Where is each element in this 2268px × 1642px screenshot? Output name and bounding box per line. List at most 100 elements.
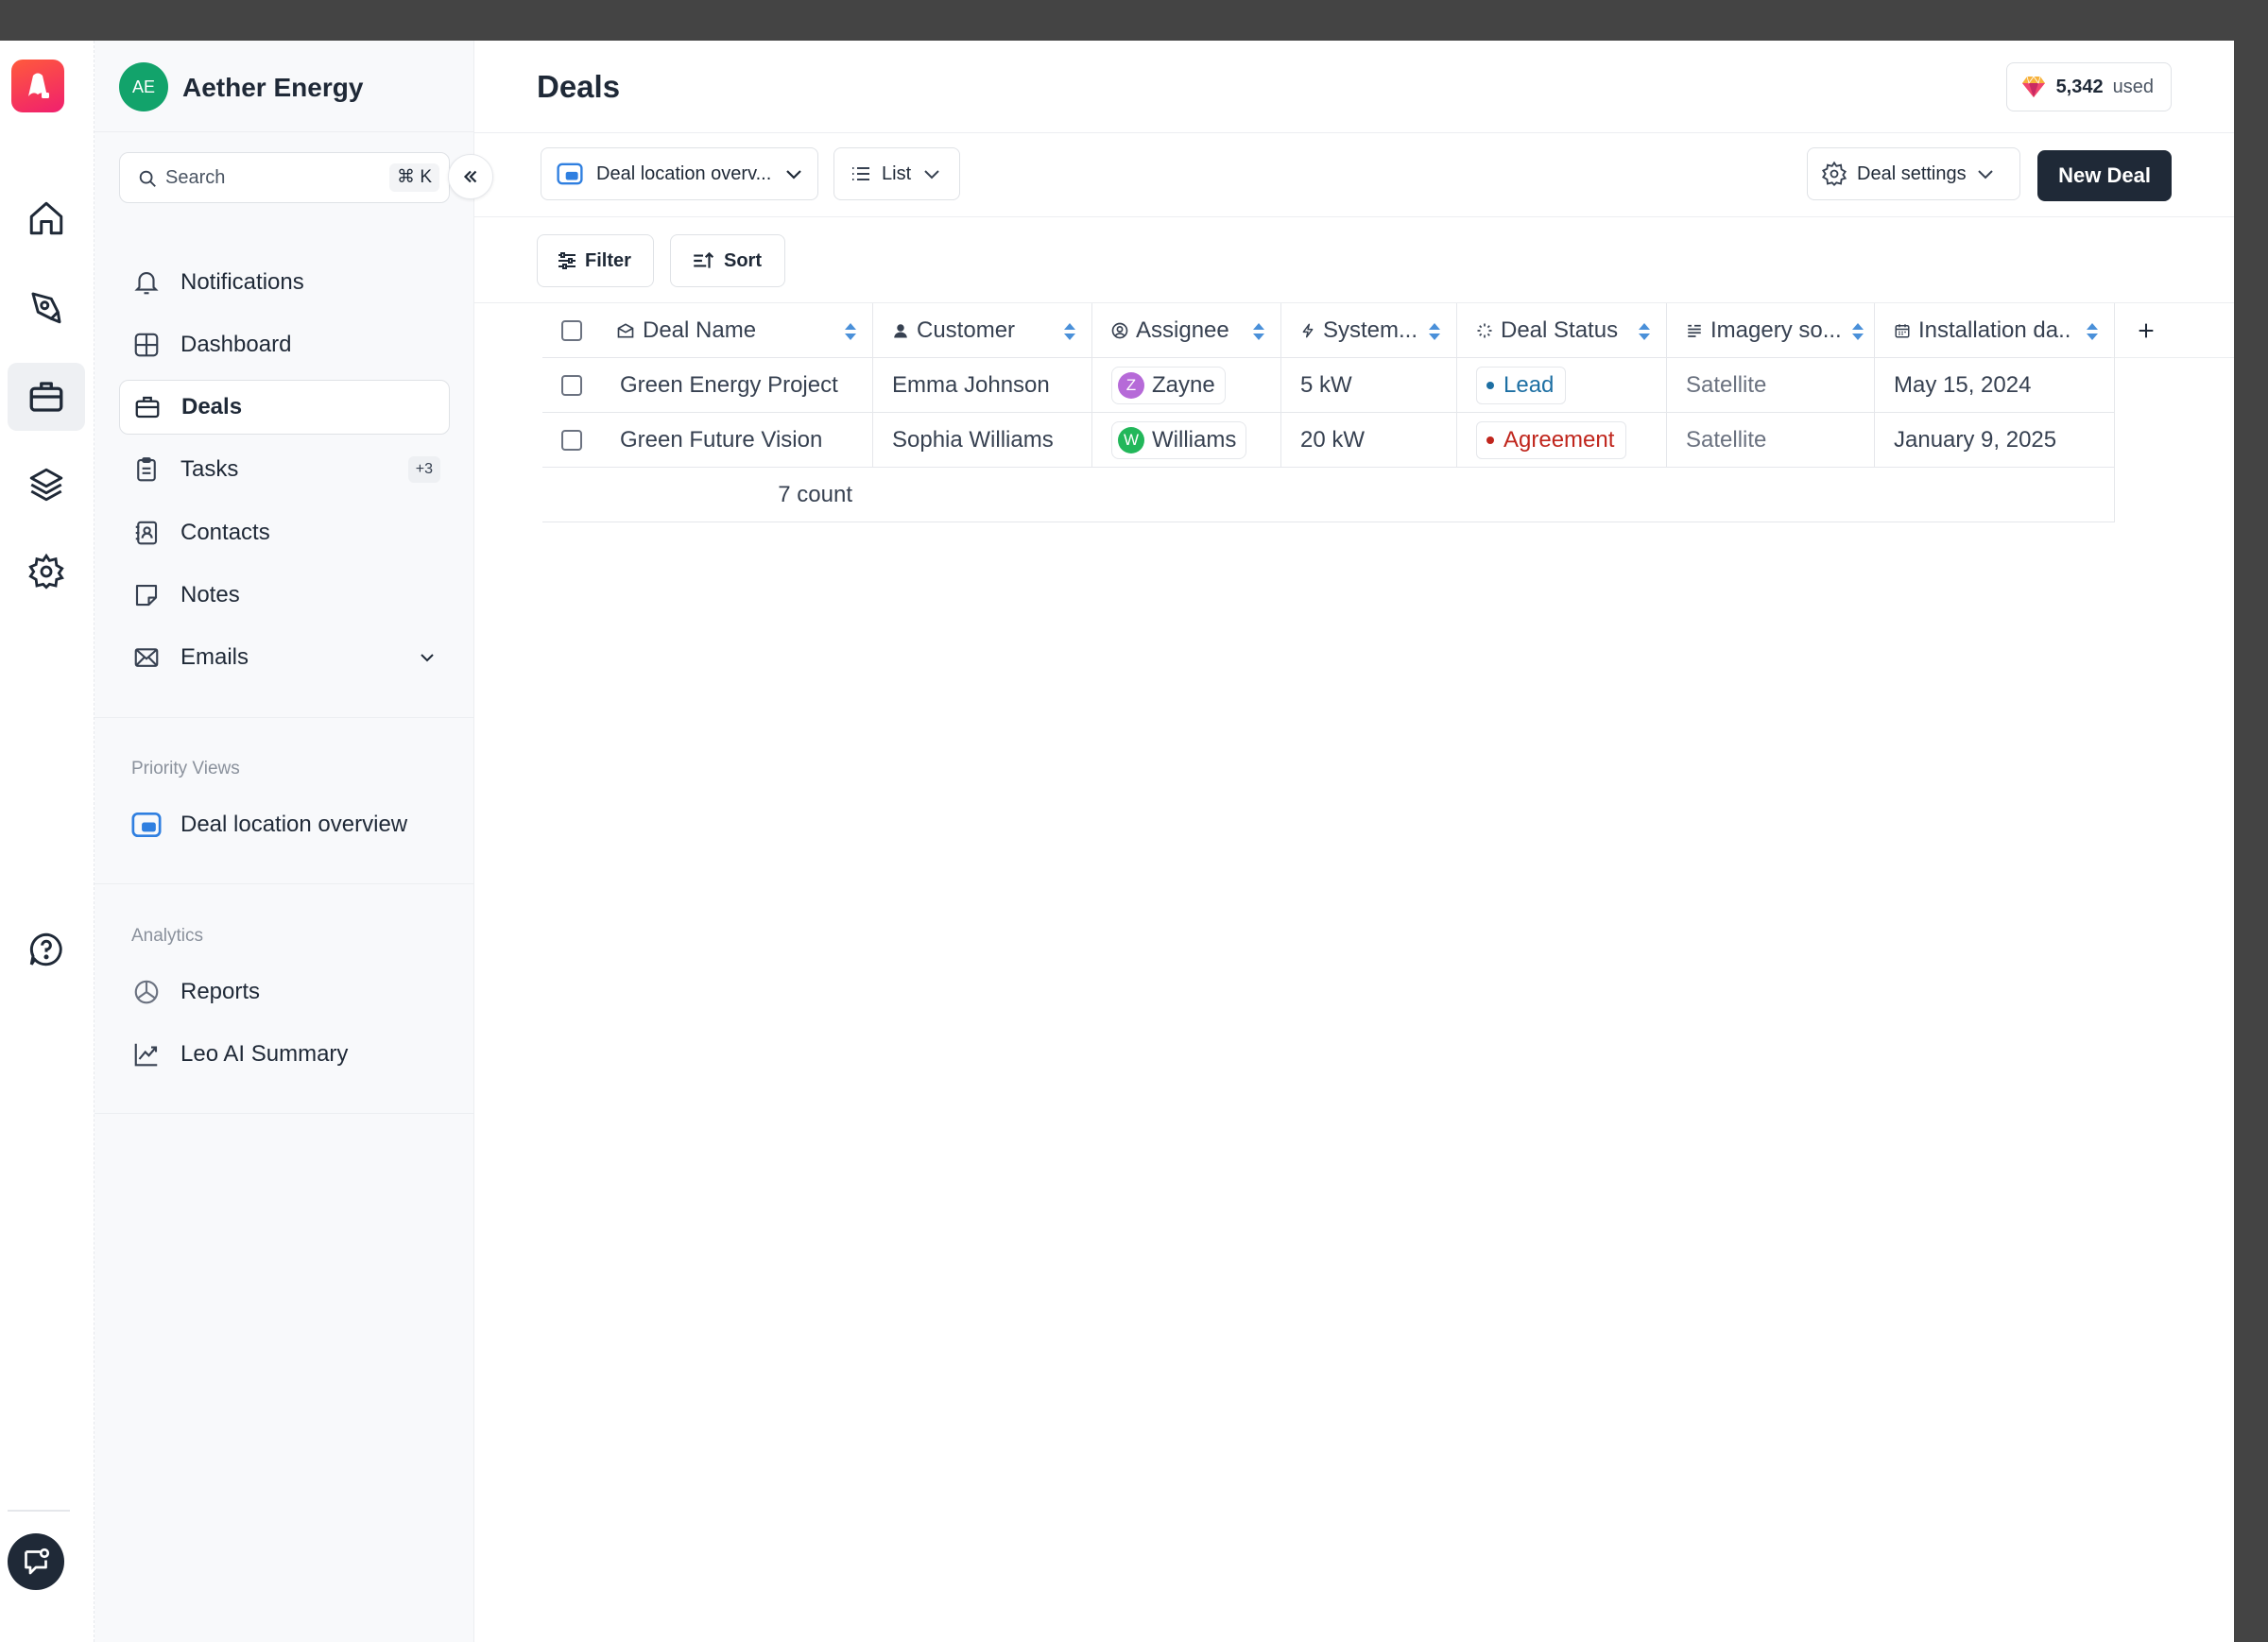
sort-arrows-icon[interactable] bbox=[1063, 322, 1076, 341]
avatar: W bbox=[1118, 427, 1144, 453]
briefcase-icon[interactable] bbox=[8, 363, 85, 431]
search-input[interactable]: Search ⌘ K bbox=[119, 152, 450, 203]
sidebar-item-tasks[interactable]: Tasks +3 bbox=[119, 442, 450, 497]
analytics-heading: Analytics bbox=[131, 926, 204, 946]
installation-date-cell[interactable]: January 9, 2025 bbox=[1875, 413, 2115, 468]
contact-book-icon bbox=[131, 518, 162, 548]
mail-icon bbox=[131, 642, 162, 673]
select-all-checkbox[interactable] bbox=[542, 303, 601, 358]
bell-icon bbox=[131, 267, 162, 298]
toolbar-divider bbox=[474, 216, 2234, 217]
sidebar-item-reports[interactable]: Reports bbox=[119, 965, 450, 1019]
header-divider bbox=[474, 132, 2234, 133]
page-title: Deals bbox=[537, 69, 621, 104]
map-view-icon bbox=[131, 810, 162, 840]
assignee-chip[interactable]: Z Zayne bbox=[1111, 367, 1226, 404]
column-header-deal-status[interactable]: Deal Status bbox=[1457, 303, 1667, 358]
customer-cell[interactable]: Sophia Williams bbox=[873, 413, 1092, 468]
sidebar-item-emails[interactable]: Emails bbox=[119, 630, 450, 685]
system-size-cell[interactable]: 20 kW bbox=[1281, 413, 1457, 468]
column-header-installation-date[interactable]: Installation da.. bbox=[1875, 303, 2115, 358]
sidebar-item-deal-location-overview[interactable]: Deal location overview bbox=[119, 797, 450, 852]
system-size-cell[interactable]: 5 kW bbox=[1281, 358, 1457, 413]
sidebar-item-dashboard[interactable]: Dashboard bbox=[119, 317, 450, 372]
sort-arrows-icon[interactable] bbox=[1851, 322, 1864, 341]
deal-name-cell[interactable]: Green Energy Project bbox=[601, 358, 873, 413]
bolt-icon bbox=[1300, 322, 1315, 339]
sidebar-item-label: Reports bbox=[180, 979, 261, 1004]
row-checkbox[interactable] bbox=[542, 358, 601, 413]
note-icon bbox=[131, 580, 162, 610]
customer-cell[interactable]: Emma Johnson bbox=[873, 358, 1092, 413]
sort-icon bbox=[694, 251, 714, 268]
sidebar-item-notes[interactable]: Notes bbox=[119, 568, 450, 623]
new-deal-button[interactable]: New Deal bbox=[2037, 150, 2172, 201]
assignee-name: Williams bbox=[1152, 427, 1237, 453]
icon-rail bbox=[0, 41, 94, 1642]
filter-sliders-icon bbox=[558, 252, 576, 269]
pie-chart-icon bbox=[131, 977, 162, 1007]
column-header-customer[interactable]: Customer bbox=[873, 303, 1092, 358]
sidebar-item-label: Deals bbox=[181, 394, 243, 419]
app-window: AE Aether Energy Search ⌘ K Notification… bbox=[0, 41, 2234, 1642]
deal-status-cell[interactable]: Lead bbox=[1457, 358, 1667, 413]
imagery-source-cell[interactable]: Satellite bbox=[1667, 358, 1875, 413]
sidebar-item-notifications[interactable]: Notifications bbox=[119, 255, 450, 310]
footer-edge bbox=[2114, 468, 2115, 522]
sort-arrows-icon[interactable] bbox=[1428, 322, 1441, 341]
chevron-down-icon[interactable] bbox=[416, 646, 438, 669]
assignee-cell[interactable]: W Williams bbox=[1092, 413, 1281, 468]
status-badge[interactable]: Lead bbox=[1476, 367, 1567, 404]
assignee-chip[interactable]: W Williams bbox=[1111, 421, 1247, 459]
table-row[interactable]: Green Future Vision Sophia Williams W Wi… bbox=[542, 413, 2115, 468]
sort-arrows-icon[interactable] bbox=[1638, 322, 1651, 341]
home-icon[interactable] bbox=[8, 184, 85, 252]
deal-settings-dropdown[interactable]: Deal settings bbox=[1807, 147, 2020, 200]
column-header-deal-name[interactable]: Deal Name bbox=[601, 303, 873, 358]
pen-tool-icon[interactable] bbox=[8, 273, 85, 341]
support-chat-button[interactable] bbox=[8, 1533, 64, 1590]
settings-gear-icon[interactable] bbox=[8, 538, 85, 606]
sort-arrows-icon[interactable] bbox=[1252, 322, 1265, 341]
sort-arrows-icon[interactable] bbox=[844, 322, 857, 341]
deal-envelope-icon bbox=[616, 321, 635, 340]
sidebar-item-deals[interactable]: Deals bbox=[119, 380, 450, 435]
help-chat-icon[interactable] bbox=[8, 915, 85, 983]
imagery-source-cell[interactable]: Satellite bbox=[1667, 413, 1875, 468]
app-logo-icon[interactable] bbox=[11, 60, 64, 112]
status-badge[interactable]: Agreement bbox=[1476, 421, 1627, 459]
deal-status-cell[interactable]: Agreement bbox=[1457, 413, 1667, 468]
deal-name-cell[interactable]: Green Future Vision bbox=[601, 413, 873, 468]
sort-arrows-icon[interactable] bbox=[2086, 322, 2099, 341]
sidebar-item-leo-ai-summary[interactable]: Leo AI Summary bbox=[119, 1027, 450, 1082]
row-count: 7 count bbox=[778, 482, 852, 507]
column-header-system[interactable]: System... bbox=[1281, 303, 1457, 358]
collapse-sidebar-button[interactable] bbox=[448, 154, 493, 199]
main-content: Deals 5,342 used Deal location overv... … bbox=[474, 41, 2234, 1642]
workspace-header[interactable]: AE Aether Energy bbox=[94, 41, 473, 132]
layout-select-dropdown[interactable]: List bbox=[833, 147, 960, 200]
credits-badge[interactable]: 5,342 used bbox=[2005, 62, 2172, 111]
gem-icon bbox=[2021, 76, 2045, 97]
double-chevron-left-icon bbox=[463, 170, 477, 183]
view-select-dropdown[interactable]: Deal location overv... bbox=[541, 147, 818, 200]
add-column-button[interactable] bbox=[2115, 303, 2177, 358]
table-header-row: Deal Name Customer Assignee System... De… bbox=[542, 303, 2154, 358]
filter-button[interactable]: Filter bbox=[537, 234, 654, 287]
trend-line-icon bbox=[131, 1039, 162, 1069]
row-checkbox[interactable] bbox=[542, 413, 601, 468]
sidebar-item-contacts[interactable]: Contacts bbox=[119, 505, 450, 560]
table-row[interactable]: Green Energy Project Emma Johnson Z Zayn… bbox=[542, 358, 2115, 413]
view-select-value: Deal location overv... bbox=[596, 162, 772, 184]
sidebar-item-label: Leo AI Summary bbox=[180, 1041, 349, 1067]
map-view-icon bbox=[557, 162, 583, 185]
sidebar-divider bbox=[94, 883, 473, 884]
status-dot bbox=[1486, 436, 1494, 444]
sort-label: Sort bbox=[724, 249, 762, 271]
layers-icon[interactable] bbox=[8, 451, 85, 519]
sort-button[interactable]: Sort bbox=[670, 234, 785, 287]
assignee-cell[interactable]: Z Zayne bbox=[1092, 358, 1281, 413]
installation-date-cell[interactable]: May 15, 2024 bbox=[1875, 358, 2115, 413]
column-header-imagery-source[interactable]: Imagery so... bbox=[1667, 303, 1875, 358]
column-header-assignee[interactable]: Assignee bbox=[1092, 303, 1281, 358]
